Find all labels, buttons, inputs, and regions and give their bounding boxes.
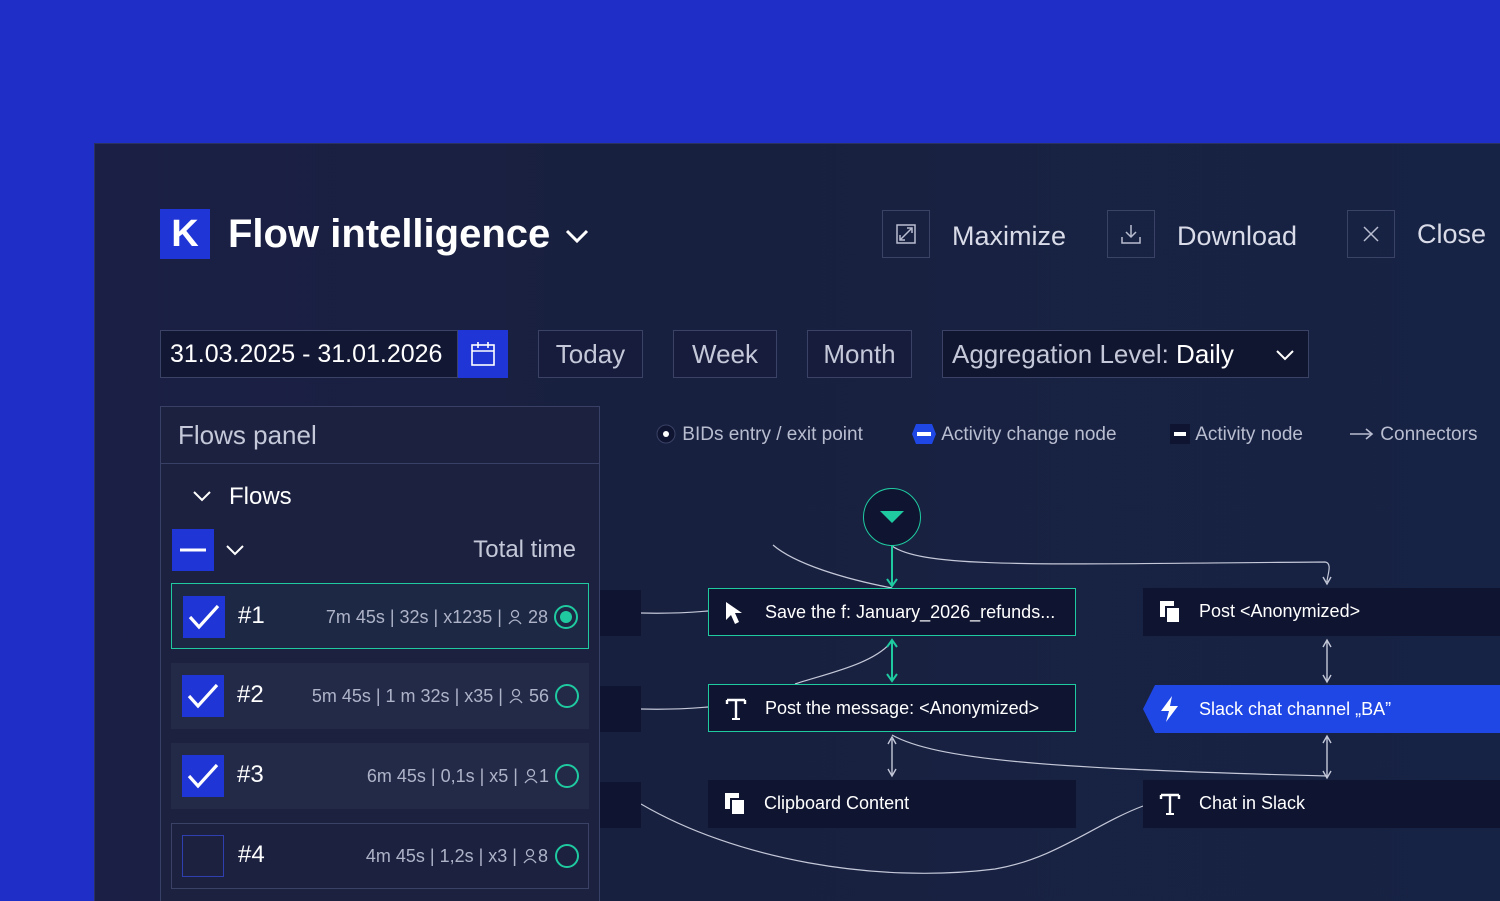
clipboard-icon [725, 793, 746, 816]
node-label: Post <Anonymized> [1199, 601, 1361, 621]
lightning-icon [1161, 696, 1178, 722]
triangle-down-icon [880, 511, 904, 523]
activity-node-stub[interactable] [600, 686, 641, 732]
node-label: Chat in Slack [1199, 793, 1306, 813]
flow-intelligence-window: K Flow intelligence Maximize Download Cl… [94, 143, 1500, 901]
node-label: Post the message: <Anonymized> [765, 698, 1040, 718]
activity-node-clipboard[interactable]: Clipboard Content [708, 780, 1076, 828]
activity-node-save[interactable]: Save the f: January_2026_refunds... [708, 588, 1076, 636]
activity-node-stub[interactable] [600, 590, 641, 636]
text-icon [1159, 793, 1181, 815]
node-label: Save the f: January_2026_refunds... [765, 602, 1056, 622]
node-label: Slack chat channel „BA” [1199, 699, 1392, 719]
activity-node-post-message[interactable]: Post the message: <Anonymized> [708, 684, 1076, 732]
text-icon [725, 698, 747, 720]
entry-point-node[interactable] [863, 488, 921, 546]
clipboard-icon [1160, 601, 1181, 624]
cursor-icon [726, 602, 742, 624]
activity-node-stub[interactable] [600, 782, 641, 828]
activity-change-node-slack[interactable]: Slack chat channel „BA” [1143, 685, 1500, 733]
activity-node-post-anonymized[interactable]: Post <Anonymized> [1143, 588, 1500, 636]
activity-node-chat-slack[interactable]: Chat in Slack [1143, 780, 1500, 828]
node-label: Clipboard Content [764, 793, 910, 813]
